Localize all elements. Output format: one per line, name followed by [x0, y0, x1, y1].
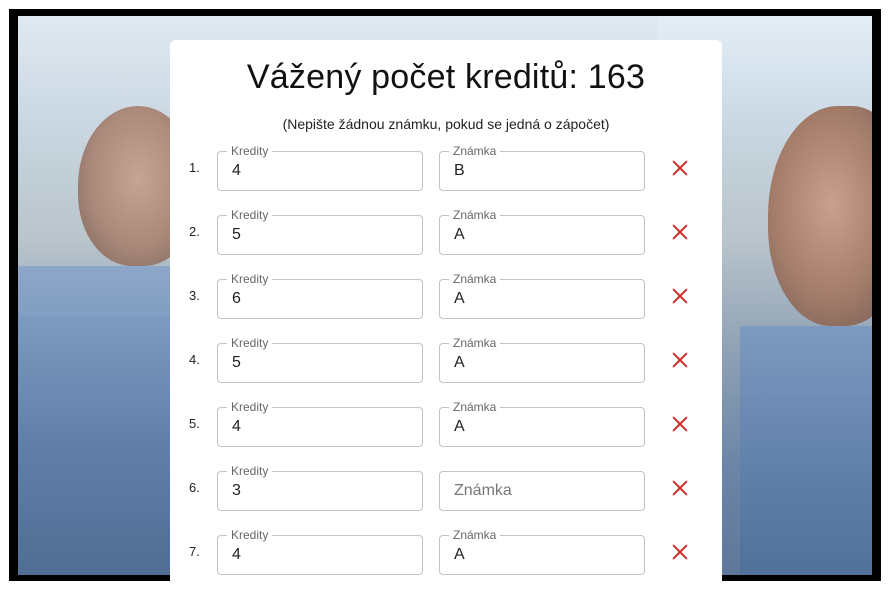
- znamka-input[interactable]: Známka B: [439, 144, 645, 191]
- row-number: 3.: [189, 288, 200, 303]
- znamka-input[interactable]: Známka A: [439, 400, 645, 447]
- page-title: Vážený počet kreditů: 163: [246, 58, 646, 96]
- row-number: 5.: [189, 416, 200, 431]
- background-shirt-right: [740, 326, 872, 575]
- kredity-input[interactable]: Kredity 4: [217, 528, 423, 575]
- delete-row-icon[interactable]: [669, 349, 691, 371]
- znamka-value: B: [454, 162, 465, 179]
- delete-row-icon[interactable]: [669, 285, 691, 307]
- znamka-input[interactable]: Známka A: [439, 272, 645, 319]
- row-number: 1.: [189, 160, 200, 175]
- znamka-value: A: [454, 354, 465, 371]
- kredity-label: Kredity: [227, 400, 273, 414]
- znamka-label: Známka: [449, 528, 501, 542]
- background-shirt-left: [18, 316, 178, 575]
- kredity-label: Kredity: [227, 144, 273, 158]
- znamka-label: Známka: [449, 400, 501, 414]
- grade-row: 1. Kredity 4 Známka B: [170, 144, 722, 191]
- znamka-value: A: [454, 290, 465, 307]
- delete-row-icon[interactable]: [669, 221, 691, 243]
- znamka-input[interactable]: Známka A: [439, 528, 645, 575]
- znamka-value: A: [454, 546, 465, 563]
- calculator-card: Vážený počet kreditů: 163 (Nepište žádno…: [170, 40, 722, 600]
- kredity-input[interactable]: Kredity 5: [217, 336, 423, 383]
- grade-row: 4. Kredity 5 Známka A: [170, 336, 722, 383]
- delete-row-icon[interactable]: [669, 541, 691, 563]
- grade-row: 2. Kredity 5 Známka A: [170, 208, 722, 255]
- grade-row: 5. Kredity 4 Známka A: [170, 400, 722, 447]
- kredity-value: 4: [232, 418, 241, 435]
- delete-row-icon[interactable]: [669, 477, 691, 499]
- row-number: 4.: [189, 352, 200, 367]
- kredity-input[interactable]: Kredity 4: [217, 144, 423, 191]
- delete-row-icon[interactable]: [669, 413, 691, 435]
- page-subtitle: (Nepište žádnou známku, pokud se jedná o…: [282, 116, 610, 132]
- kredity-label: Kredity: [227, 336, 273, 350]
- kredity-input[interactable]: Kredity 5: [217, 208, 423, 255]
- znamka-input[interactable]: Známka: [439, 471, 645, 511]
- kredity-label: Kredity: [227, 528, 273, 542]
- kredity-value: 6: [232, 290, 241, 307]
- kredity-input[interactable]: Kredity 3: [217, 464, 423, 511]
- kredity-label: Kredity: [227, 464, 273, 478]
- znamka-label: Známka: [449, 336, 501, 350]
- row-number: 6.: [189, 480, 200, 495]
- kredity-value: 5: [232, 226, 241, 243]
- znamka-input[interactable]: Známka A: [439, 208, 645, 255]
- kredity-label: Kredity: [227, 272, 273, 286]
- kredity-input[interactable]: Kredity 4: [217, 400, 423, 447]
- znamka-label: Známka: [449, 272, 501, 286]
- delete-row-icon[interactable]: [669, 157, 691, 179]
- row-number: 2.: [189, 224, 200, 239]
- kredity-input[interactable]: Kredity 6: [217, 272, 423, 319]
- znamka-label: Známka: [449, 144, 501, 158]
- grade-row: 3. Kredity 6 Známka A: [170, 272, 722, 319]
- znamka-value: A: [454, 226, 465, 243]
- kredity-value: 5: [232, 354, 241, 371]
- kredity-value: 3: [232, 482, 241, 499]
- kredity-value: 4: [232, 162, 241, 179]
- grade-row: 6. Kredity 3 Známka: [170, 464, 722, 511]
- grade-row: 7. Kredity 4 Známka A: [170, 528, 722, 575]
- row-number: 7.: [189, 544, 200, 559]
- kredity-label: Kredity: [227, 208, 273, 222]
- znamka-value: A: [454, 418, 465, 435]
- znamka-placeholder: Známka: [454, 482, 512, 499]
- kredity-value: 4: [232, 546, 241, 563]
- znamka-input[interactable]: Známka A: [439, 336, 645, 383]
- znamka-label: Známka: [449, 208, 501, 222]
